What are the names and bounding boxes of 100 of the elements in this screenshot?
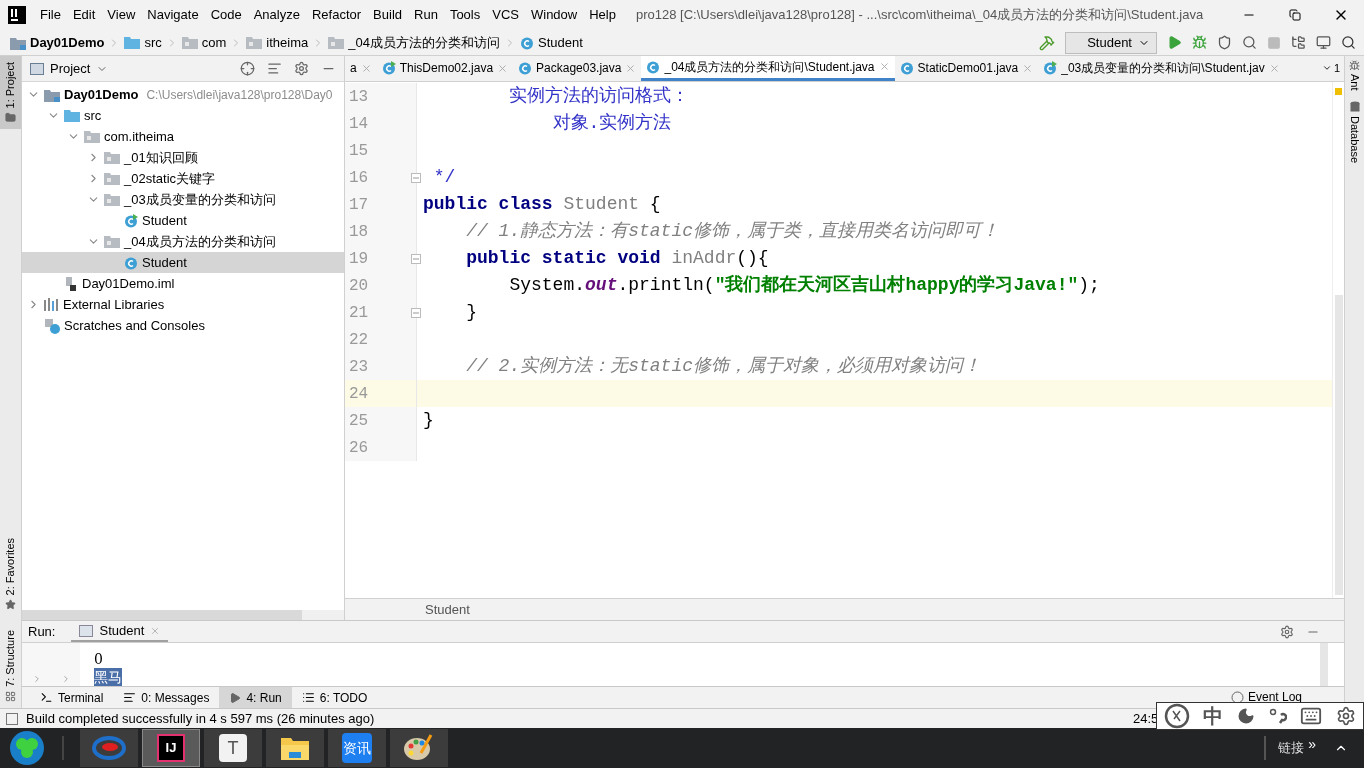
menu-item[interactable]: Window	[524, 5, 584, 25]
keyboard-icon[interactable]	[1300, 705, 1323, 727]
editor-breadcrumb[interactable]: Student	[425, 599, 470, 620]
settings-icon[interactable]	[294, 61, 309, 76]
links-toolbar[interactable]: 链接	[1278, 738, 1305, 758]
start-button[interactable]	[8, 730, 46, 766]
ime-logo-icon[interactable]	[1163, 703, 1190, 729]
menu-item[interactable]: File	[34, 5, 67, 25]
breadcrumb-item[interactable]: _04成员方法的分类和访问	[348, 32, 500, 53]
settings-icon[interactable]	[1280, 624, 1294, 639]
build-icon[interactable]	[1039, 34, 1055, 51]
tree-item[interactable]: _01知识回顾	[22, 147, 344, 168]
menu-item[interactable]: Refactor	[305, 5, 368, 25]
tool-window-tab[interactable]: Terminal	[30, 687, 114, 708]
breadcrumb-item[interactable]: com	[201, 32, 227, 53]
close-tab-icon[interactable]	[150, 625, 161, 636]
warning-marker[interactable]	[1335, 88, 1342, 95]
tree-item[interactable]: Student	[22, 252, 344, 273]
messages-icon	[123, 691, 137, 704]
menu-item[interactable]: VCS	[486, 5, 525, 25]
editor-tab[interactable]: _03成员变量的分类和访问\Student.jav	[1038, 56, 1285, 81]
close-tab-icon[interactable]	[878, 61, 890, 72]
run-config-dropdown[interactable]: Student	[1065, 31, 1157, 54]
menu-item[interactable]: Run	[408, 5, 444, 25]
editor-tab[interactable]: Package03.java	[513, 56, 642, 81]
tree-item[interactable]: _03成员变量的分类和访问	[22, 189, 344, 210]
close-tab-icon[interactable]	[360, 62, 372, 74]
locate-icon[interactable]	[240, 61, 255, 76]
tree-item[interactable]: _04成员方法的分类和访问	[22, 231, 344, 252]
breadcrumb-item[interactable]: itheima	[266, 32, 309, 53]
settings-icon[interactable]	[1336, 706, 1357, 726]
tool-window-stripe-button[interactable]: 7: Structure	[0, 624, 21, 708]
close-tab-icon[interactable]	[625, 62, 637, 74]
breadcrumb-item[interactable]: Student	[537, 32, 583, 53]
breadcrumb-item[interactable]: src	[144, 32, 162, 53]
palette-icon	[403, 733, 435, 763]
tree-item[interactable]: Student	[22, 210, 344, 231]
package-folder-icon	[104, 172, 120, 185]
fold-marker-icon[interactable]	[411, 172, 421, 183]
tab-list-icon[interactable]	[1321, 63, 1332, 73]
menu-item[interactable]: Analyze	[247, 5, 306, 25]
more-button[interactable]: »	[1308, 734, 1316, 755]
tool-window-tab[interactable]: 6: TODO	[291, 687, 378, 708]
editor-tab[interactable]: _04成员方法的分类和访问\Student.java	[641, 56, 895, 81]
tool-window-tab[interactable]: 0: Messages	[113, 687, 220, 708]
line-number: 18	[349, 221, 369, 243]
coverage-icon[interactable]	[1217, 35, 1232, 50]
tree-item[interactable]: External Libraries	[22, 294, 344, 315]
moon-icon[interactable]	[1237, 707, 1256, 725]
taskbar-app[interactable]: IJ	[142, 729, 200, 767]
menu-item[interactable]: Code	[204, 5, 248, 25]
code-line: // 1.静态方法：有static修饰，属于类，直接用类名访问即可！	[465, 220, 1000, 243]
tree-item[interactable]: src	[22, 105, 344, 126]
taskbar-app[interactable]	[266, 729, 324, 767]
menu-item[interactable]: Help	[583, 5, 622, 25]
tool-window-stripe-button[interactable]: Database	[1346, 100, 1363, 163]
menu-item[interactable]: Edit	[66, 5, 102, 25]
menu-item[interactable]: Navigate	[141, 5, 205, 25]
vertical-scrollbar[interactable]	[1320, 643, 1328, 686]
collapse-all-icon[interactable]	[267, 61, 282, 76]
fold-marker-icon[interactable]	[411, 307, 421, 318]
tool-window-tab[interactable]: 4: Run	[219, 687, 292, 708]
ime-mode[interactable]: 中	[1203, 701, 1224, 731]
tree-item[interactable]: Scratches and Consoles	[22, 315, 344, 336]
restore-icon[interactable]	[1289, 9, 1301, 21]
taskbar-app[interactable]: 资讯	[328, 729, 386, 767]
editor-tab[interactable]: ThisDemo02.java	[376, 56, 514, 81]
tree-item[interactable]: Day01Demo.iml	[22, 273, 344, 294]
vertical-scrollbar[interactable]	[1334, 295, 1343, 595]
menu-item[interactable]: View	[101, 5, 142, 25]
taskbar-app[interactable]	[390, 729, 448, 767]
close-tab-icon[interactable]	[497, 62, 509, 74]
tab-overflow-count[interactable]: 1	[1333, 59, 1340, 77]
tool-window-stripe-button[interactable]: 2: Favorites	[0, 531, 21, 617]
tree-item[interactable]: com.itheima	[22, 126, 344, 147]
editor-tab[interactable]: a	[345, 56, 377, 81]
tree-item[interactable]: Day01Demo C:\Users\dlei\java128\pro128\Day0	[22, 84, 344, 105]
editor-tab[interactable]: StaticDemo01.java	[894, 56, 1039, 81]
punctuation-icon[interactable]	[1268, 708, 1287, 724]
menu-item[interactable]: Build	[367, 5, 408, 25]
close-tab-icon[interactable]	[1268, 62, 1280, 74]
stop-icon[interactable]	[1267, 35, 1281, 50]
breadcrumb-item[interactable]: Day01Demo	[30, 32, 105, 53]
menu-item[interactable]: Tools	[443, 5, 487, 25]
runnable-class-icon	[381, 61, 396, 75]
window-icon[interactable]	[1316, 35, 1331, 50]
panel-title[interactable]: Project	[50, 58, 91, 79]
status-toggle-icon[interactable]	[6, 712, 18, 725]
search-icon[interactable]	[1341, 35, 1356, 50]
tool-window-stripe-button[interactable]: 1: Project	[0, 56, 21, 130]
debug-icon[interactable]	[1192, 35, 1207, 50]
close-tab-icon[interactable]	[1022, 62, 1034, 74]
tool-window-stripe-button[interactable]: Ant	[1346, 60, 1363, 91]
console-output: 0	[94, 650, 103, 668]
tree-item[interactable]: _02static关键字	[22, 168, 344, 189]
database-icon	[1349, 100, 1360, 113]
fold-marker-icon[interactable]	[411, 253, 421, 264]
horizontal-scrollbar[interactable]	[22, 610, 302, 620]
taskbar-app[interactable]: T	[204, 729, 262, 767]
run-icon[interactable]	[1167, 35, 1182, 50]
